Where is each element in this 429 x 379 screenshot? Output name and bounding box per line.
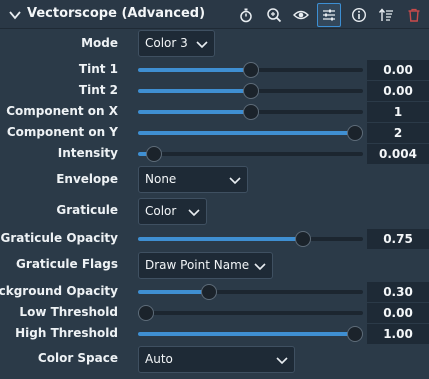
low-threshold-label: Low Threshold <box>19 305 118 319</box>
tint2-value[interactable]: 0.00 <box>367 81 429 101</box>
slider-track <box>138 152 363 156</box>
sort-icon[interactable] <box>376 5 396 25</box>
graticule-combo[interactable]: Color <box>138 198 207 225</box>
tint1-label: Tint 1 <box>78 62 118 76</box>
chevron-down-icon <box>188 209 200 217</box>
slider-handle[interactable] <box>294 231 311 247</box>
background-opacity-value[interactable]: 0.30 <box>367 282 429 302</box>
component-x-value[interactable]: 1 <box>367 102 429 122</box>
color-space-combo[interactable]: Auto <box>138 346 295 373</box>
high-threshold-slider[interactable] <box>138 326 363 342</box>
slider-handle[interactable] <box>347 326 363 342</box>
chevron-down-icon <box>229 177 241 185</box>
slider-fill <box>138 332 355 336</box>
slider-fill <box>138 237 303 241</box>
graticule-flags-value: Draw Point Name <box>145 258 250 272</box>
slider-fill <box>138 110 251 114</box>
component-x-slider[interactable] <box>138 104 363 120</box>
slider-handle[interactable] <box>347 125 363 141</box>
filter-panel: Vectorscope (Advanced) Mode Color 3 Tint… <box>0 0 429 379</box>
trash-icon[interactable] <box>404 5 424 25</box>
high-threshold-label: High Threshold <box>15 326 118 340</box>
low-threshold-value[interactable]: 0.00 <box>367 303 429 323</box>
slider-handle[interactable] <box>200 284 217 300</box>
graticule-opacity-slider[interactable] <box>138 231 363 247</box>
high-threshold-value[interactable]: 1.00 <box>367 324 429 344</box>
intensity-value[interactable]: 0.004 <box>367 144 429 164</box>
slider-handle[interactable] <box>242 104 259 120</box>
info-icon[interactable] <box>349 5 369 25</box>
tint2-slider[interactable] <box>138 83 363 99</box>
panel-title: Vectorscope (Advanced) <box>27 6 206 21</box>
chevron-down-icon[interactable] <box>8 8 22 22</box>
mode-combo[interactable]: Color 3 <box>138 30 215 57</box>
background-opacity-label: Background Opacity <box>0 284 118 298</box>
graticule-opacity-value[interactable]: 0.75 <box>367 229 429 249</box>
chevron-down-icon <box>276 357 288 365</box>
panel-header: Vectorscope (Advanced) <box>0 0 429 29</box>
slider-fill <box>138 89 251 93</box>
envelope-value: None <box>145 172 177 186</box>
color-space-label: Color Space <box>37 351 118 365</box>
slider-fill <box>138 68 251 72</box>
graticule-value: Color <box>145 204 177 218</box>
graticule-opacity-label: Graticule Opacity <box>0 231 118 245</box>
sliders-icon[interactable] <box>317 3 341 27</box>
slider-fill <box>138 290 209 294</box>
slider-fill <box>138 131 355 135</box>
tint1-slider[interactable] <box>138 62 363 78</box>
envelope-label: Envelope <box>56 172 118 186</box>
eye-icon[interactable] <box>291 5 311 25</box>
chevron-down-icon <box>196 41 208 49</box>
slider-track <box>138 311 363 315</box>
mode-label: Mode <box>81 36 118 50</box>
graticule-flags-label: Graticule Flags <box>16 257 118 271</box>
tint1-value[interactable]: 0.00 <box>367 60 429 80</box>
slider-handle[interactable] <box>242 62 259 78</box>
low-threshold-slider[interactable] <box>138 305 363 321</box>
color-space-value: Auto <box>145 352 173 366</box>
component-y-value[interactable]: 2 <box>367 123 429 143</box>
slider-handle[interactable] <box>146 146 163 162</box>
graticule-label: Graticule <box>56 203 118 217</box>
graticule-flags-combo[interactable]: Draw Point Name <box>138 252 273 279</box>
chevron-down-icon <box>254 263 266 271</box>
background-opacity-slider[interactable] <box>138 284 363 300</box>
slider-handle[interactable] <box>242 83 259 99</box>
intensity-label: Intensity <box>57 146 118 160</box>
tint2-label: Tint 2 <box>78 83 118 97</box>
component-y-slider[interactable] <box>138 125 363 141</box>
stopwatch-icon[interactable] <box>236 5 256 25</box>
component-x-label: Component on X <box>6 104 118 118</box>
mode-value: Color 3 <box>145 36 188 50</box>
zoom-icon[interactable] <box>264 5 284 25</box>
envelope-combo[interactable]: None <box>138 166 248 193</box>
component-y-label: Component on Y <box>6 125 118 139</box>
intensity-slider[interactable] <box>138 146 363 162</box>
slider-handle[interactable] <box>138 305 154 321</box>
